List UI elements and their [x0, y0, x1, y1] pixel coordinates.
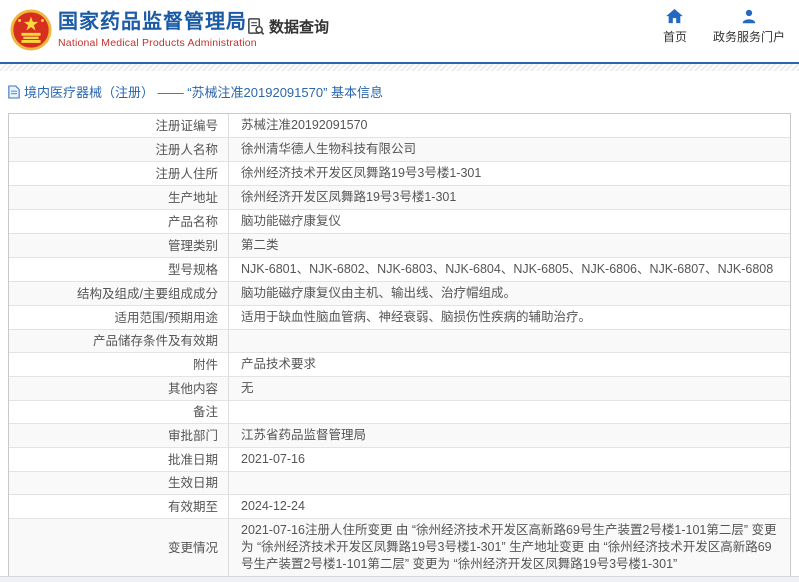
table-row: 产品名称 脑功能磁疗康复仪 — [9, 210, 790, 234]
national-emblem-logo — [10, 7, 52, 53]
table-row: 其他内容 无 — [9, 377, 790, 401]
table-row: 型号规格 NJK-6801、NJK-6802、NJK-6803、NJK-6804… — [9, 258, 790, 282]
table-row: 附件 产品技术要求 — [9, 353, 790, 377]
row-label: 注册人住所 — [9, 162, 229, 185]
org-name-en: National Medical Products Administration — [58, 37, 257, 49]
table-row: 注册证编号 苏械注准20192091570 — [9, 114, 790, 138]
table-row: 产品储存条件及有效期 — [9, 330, 790, 353]
nav-home-label: 首页 — [663, 28, 687, 45]
row-value: 徐州清华德人生物科技有限公司 — [229, 138, 790, 161]
org-name-cn: 国家药品监督管理局 — [58, 10, 257, 34]
row-value: 江苏省药品监督管理局 — [229, 424, 790, 447]
row-value — [229, 401, 790, 423]
row-label: 变更情况 — [9, 519, 229, 576]
hatch-strip — [0, 64, 799, 71]
org-title-block: 国家药品监督管理局 National Medical Products Admi… — [58, 10, 257, 49]
user-icon — [741, 9, 757, 24]
table-row: 生产地址 徐州经济开发区凤舞路19号3号楼1-301 — [9, 186, 790, 210]
nav-item-portal[interactable]: 政务服务门户 — [713, 9, 785, 45]
row-value: NJK-6801、NJK-6802、NJK-6803、NJK-6804、NJK-… — [229, 258, 790, 281]
row-label: 适用范围/预期用途 — [9, 306, 229, 329]
row-value: 2024-12-24 — [229, 495, 790, 518]
data-query-label: 数据查询 — [269, 16, 329, 37]
row-label: 其他内容 — [9, 377, 229, 400]
table-row: 结构及组成/主要组成成分 脑功能磁疗康复仪由主机、输出线、治疗帽组成。 — [9, 282, 790, 306]
row-value: 脑功能磁疗康复仪 — [229, 210, 790, 233]
row-label: 产品储存条件及有效期 — [9, 330, 229, 352]
nav-portal-label: 政务服务门户 — [713, 28, 785, 45]
document-search-icon — [246, 17, 265, 36]
home-icon — [666, 9, 683, 24]
row-value — [229, 330, 790, 352]
row-label: 生效日期 — [9, 472, 229, 494]
table-row: 备注 — [9, 401, 790, 424]
data-query-nav[interactable]: 数据查询 — [246, 16, 329, 37]
row-label: 生产地址 — [9, 186, 229, 209]
row-label: 注册证编号 — [9, 114, 229, 137]
row-label: 注册人名称 — [9, 138, 229, 161]
table-row: 有效期至 2024-12-24 — [9, 495, 790, 519]
row-label: 型号规格 — [9, 258, 229, 281]
row-label: 有效期至 — [9, 495, 229, 518]
row-value: 徐州经济技术开发区凤舞路19号3号楼1-301 — [229, 162, 790, 185]
row-label: 审批部门 — [9, 424, 229, 447]
row-label: 备注 — [9, 401, 229, 423]
document-icon — [8, 85, 20, 99]
table-row: 审批部门 江苏省药品监督管理局 — [9, 424, 790, 448]
table-row: 管理类别 第二类 — [9, 234, 790, 258]
row-value: 2021-07-16 — [229, 448, 790, 471]
nav-item-home[interactable]: 首页 — [663, 9, 687, 45]
table-row: 注册人名称 徐州清华德人生物科技有限公司 — [9, 138, 790, 162]
breadcrumb: 境内医疗器械（注册） —— “苏械注准20192091570” 基本信息 — [0, 71, 799, 113]
row-value: 适用于缺血性脑血管病、神经衰弱、脑损伤性疾病的辅助治疗。 — [229, 306, 790, 329]
breadcrumb-text: 境内医疗器械（注册） —— “苏械注准20192091570” 基本信息 — [24, 82, 383, 101]
table-row: 批准日期 2021-07-16 — [9, 448, 790, 472]
row-value: 苏械注准20192091570 — [229, 114, 790, 137]
row-label: 结构及组成/主要组成成分 — [9, 282, 229, 305]
row-value: 产品技术要求 — [229, 353, 790, 376]
registration-info-table: 注册证编号 苏械注准20192091570 注册人名称 徐州清华德人生物科技有限… — [8, 113, 791, 582]
table-row: 生效日期 — [9, 472, 790, 495]
page-header: 国家药品监督管理局 National Medical Products Admi… — [0, 0, 799, 62]
footer-strip — [0, 576, 799, 582]
table-row: 注册人住所 徐州经济技术开发区凤舞路19号3号楼1-301 — [9, 162, 790, 186]
row-value: 无 — [229, 377, 790, 400]
row-label: 批准日期 — [9, 448, 229, 471]
row-label: 附件 — [9, 353, 229, 376]
row-value: 第二类 — [229, 234, 790, 257]
top-nav: 首页 政务服务门户 — [663, 9, 785, 45]
table-row-change-history: 变更情况 2021-07-16注册人住所变更 由 “徐州经济技术开发区高新路69… — [9, 519, 790, 577]
row-value — [229, 472, 790, 494]
row-value: 徐州经济开发区凤舞路19号3号楼1-301 — [229, 186, 790, 209]
row-label: 管理类别 — [9, 234, 229, 257]
row-label: 产品名称 — [9, 210, 229, 233]
row-value: 2021-07-16注册人住所变更 由 “徐州经济技术开发区高新路69号生产装置… — [229, 519, 790, 576]
table-row: 适用范围/预期用途 适用于缺血性脑血管病、神经衰弱、脑损伤性疾病的辅助治疗。 — [9, 306, 790, 330]
row-value: 脑功能磁疗康复仪由主机、输出线、治疗帽组成。 — [229, 282, 790, 305]
